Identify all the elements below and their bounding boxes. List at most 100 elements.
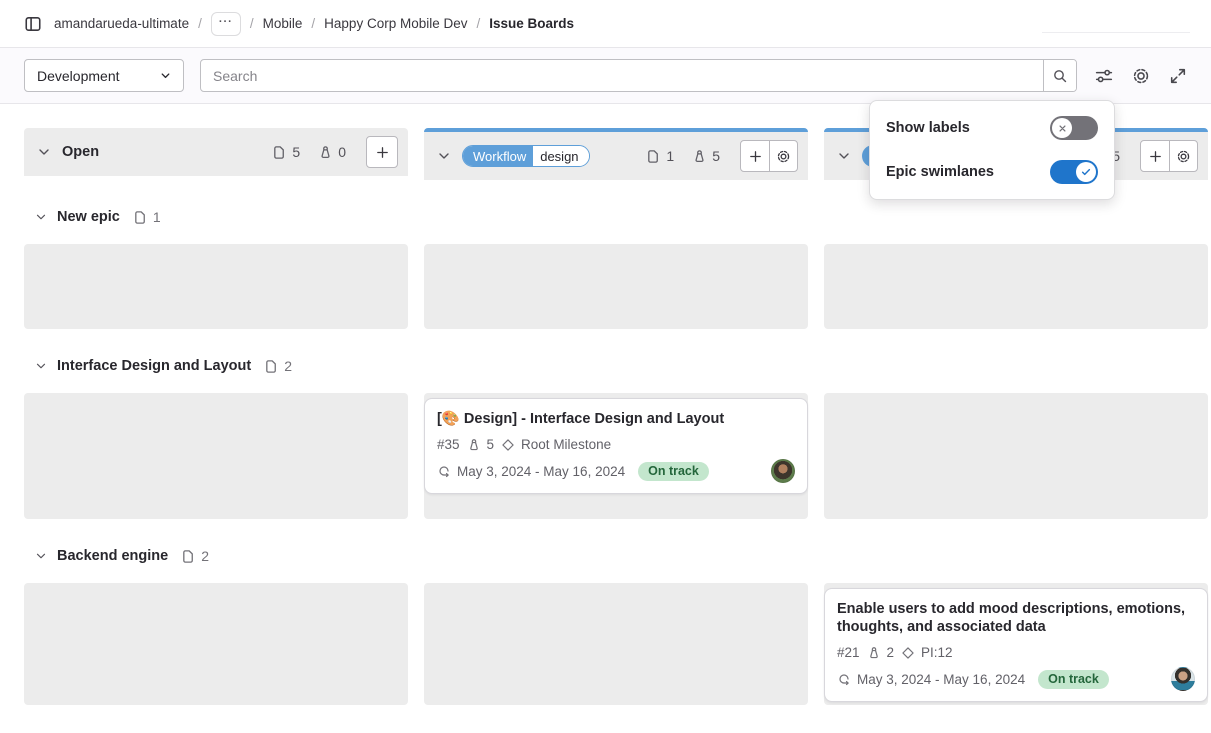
fullscreen-expand-icon[interactable]: [1169, 67, 1187, 85]
show-labels-toggle[interactable]: [1050, 116, 1098, 140]
swimlane-row: Enable users to add mood descriptions, e…: [24, 583, 1187, 705]
search-input[interactable]: [201, 60, 1043, 91]
breadcrumb-separator: /: [311, 16, 315, 31]
iteration-icon: [437, 464, 451, 478]
column-actions: [740, 140, 798, 172]
breadcrumb-group[interactable]: amandarueda-ultimate: [54, 16, 189, 31]
iteration-icon: [837, 672, 851, 686]
add-issue-button[interactable]: [741, 141, 769, 171]
swimlane-title[interactable]: Backend engine: [57, 548, 168, 564]
issue-milestone: Root Milestone: [501, 437, 611, 452]
issue-card-title[interactable]: Enable users to add mood descriptions, e…: [837, 600, 1195, 636]
column-settings-gear-icon[interactable]: [769, 141, 797, 171]
breadcrumb-item-mobile[interactable]: Mobile: [263, 16, 303, 31]
board-view-settings-popover: Show labels Epic swimlanes: [869, 100, 1115, 200]
collapse-column-icon[interactable]: [836, 148, 852, 164]
lane-cell-empty: [824, 393, 1208, 519]
sidebar-toggle-icon[interactable]: [24, 15, 42, 33]
issue-iteration-dates: May 3, 2024 - May 16, 2024: [437, 464, 625, 479]
lane-cell-empty: [24, 244, 408, 329]
collapse-column-icon[interactable]: [36, 144, 52, 160]
lane-cell-empty: [824, 244, 1208, 329]
column-issue-count: 1: [646, 148, 674, 164]
lane-cell-empty: [24, 583, 408, 705]
swimlane-header-new-epic: New epic 1: [24, 206, 1187, 228]
swimlane-issue-count: 1: [133, 209, 161, 225]
column-settings-gear-icon[interactable]: [1169, 141, 1197, 171]
breadcrumb-ellipsis-button[interactable]: ···: [211, 12, 241, 36]
search-icon[interactable]: [1043, 60, 1076, 91]
issue-count-icon: [272, 145, 287, 160]
issue-iteration-dates: May 3, 2024 - May 16, 2024: [837, 672, 1025, 687]
breadcrumb-current-page: Issue Boards: [489, 16, 574, 31]
add-issue-button[interactable]: [366, 136, 398, 168]
board-preferences-icon[interactable]: [1095, 67, 1113, 85]
collapse-swimlane-icon[interactable]: [34, 549, 48, 563]
collapse-swimlane-icon[interactable]: [34, 359, 48, 373]
weight-icon: [467, 438, 481, 452]
column-actions: [1140, 140, 1198, 172]
column-title: Open: [62, 144, 99, 160]
swimlane-title[interactable]: Interface Design and Layout: [57, 358, 251, 374]
weight-icon: [692, 149, 707, 164]
lane-cell-empty: [24, 393, 408, 519]
weight-icon: [867, 646, 881, 660]
column-header-workflow-design: Workflow design 1 5: [424, 132, 808, 180]
epic-swimlanes-row: Epic swimlanes: [886, 160, 1098, 184]
assignee-avatar[interactable]: [771, 459, 795, 483]
health-status-badge: On track: [638, 462, 709, 481]
issue-card-mood-descriptions[interactable]: Enable users to add mood descriptions, e…: [824, 588, 1208, 702]
board-column-open: Open 5 0: [24, 128, 408, 176]
breadcrumb-separator: /: [250, 16, 254, 31]
swimlane-row: [24, 244, 1187, 329]
issue-weight: 5: [467, 437, 495, 452]
epic-icon: [181, 549, 196, 564]
issue-weight: 2: [867, 645, 895, 660]
column-issue-count: 5: [272, 144, 300, 160]
board-switcher-value: Development: [37, 68, 120, 84]
issue-milestone: PI:12: [901, 645, 953, 660]
popover-anchor-edge: [1042, 32, 1190, 33]
breadcrumb-item-project[interactable]: Happy Corp Mobile Dev: [324, 16, 467, 31]
assignee-avatar[interactable]: [1171, 667, 1195, 691]
chevron-down-icon: [158, 68, 173, 83]
lane-cell-empty: [424, 244, 808, 329]
lane-cell-empty: [424, 583, 808, 705]
board-column-workflow-design: Workflow design 1 5: [424, 128, 808, 180]
issue-id: #21: [837, 645, 860, 660]
scoped-label-workflow-design[interactable]: Workflow design: [462, 145, 590, 167]
lane-cell: Enable users to add mood descriptions, e…: [824, 583, 1208, 705]
swimlane-title[interactable]: New epic: [57, 209, 120, 225]
column-header-open: Open 5 0: [24, 128, 408, 176]
epic-swimlanes-label: Epic swimlanes: [886, 164, 994, 180]
column-weight-count: 0: [318, 144, 346, 160]
breadcrumb-separator: /: [198, 16, 202, 31]
swimlane-row: [🎨 Design] - Interface Design and Layout…: [24, 393, 1187, 519]
epic-swimlanes-toggle[interactable]: [1050, 160, 1098, 184]
weight-icon: [318, 145, 333, 160]
swimlane-issue-count: 2: [181, 548, 209, 564]
add-issue-button[interactable]: [1141, 141, 1169, 171]
board-switcher-dropdown[interactable]: Development: [24, 59, 184, 92]
issue-card-title[interactable]: [🎨 Design] - Interface Design and Layout: [437, 410, 795, 428]
milestone-icon: [901, 646, 915, 660]
lane-cell: [🎨 Design] - Interface Design and Layout…: [424, 393, 808, 519]
swimlane-header-backend-engine: Backend engine 2: [24, 545, 1187, 567]
issue-count-icon: [646, 149, 661, 164]
show-labels-row: Show labels: [886, 116, 1098, 140]
health-status-badge: On track: [1038, 670, 1109, 689]
collapse-swimlane-icon[interactable]: [34, 210, 48, 224]
swimlane-issue-count: 2: [264, 358, 292, 374]
milestone-icon: [501, 438, 515, 452]
breadcrumb: amandarueda-ultimate / ··· / Mobile / Ha…: [0, 0, 1211, 47]
swimlane-header-interface-design: Interface Design and Layout 2: [24, 355, 1187, 377]
collapse-column-icon[interactable]: [436, 148, 452, 164]
epic-icon: [264, 359, 279, 374]
label-value: design: [533, 146, 588, 166]
label-scope: Workflow: [463, 146, 533, 166]
show-labels-label: Show labels: [886, 120, 970, 136]
board-settings-gear-icon[interactable]: [1132, 67, 1150, 85]
filter-search-bar: [200, 59, 1077, 92]
toggle-off-x-icon: [1052, 118, 1072, 138]
issue-card-design-interface[interactable]: [🎨 Design] - Interface Design and Layout…: [424, 398, 808, 494]
